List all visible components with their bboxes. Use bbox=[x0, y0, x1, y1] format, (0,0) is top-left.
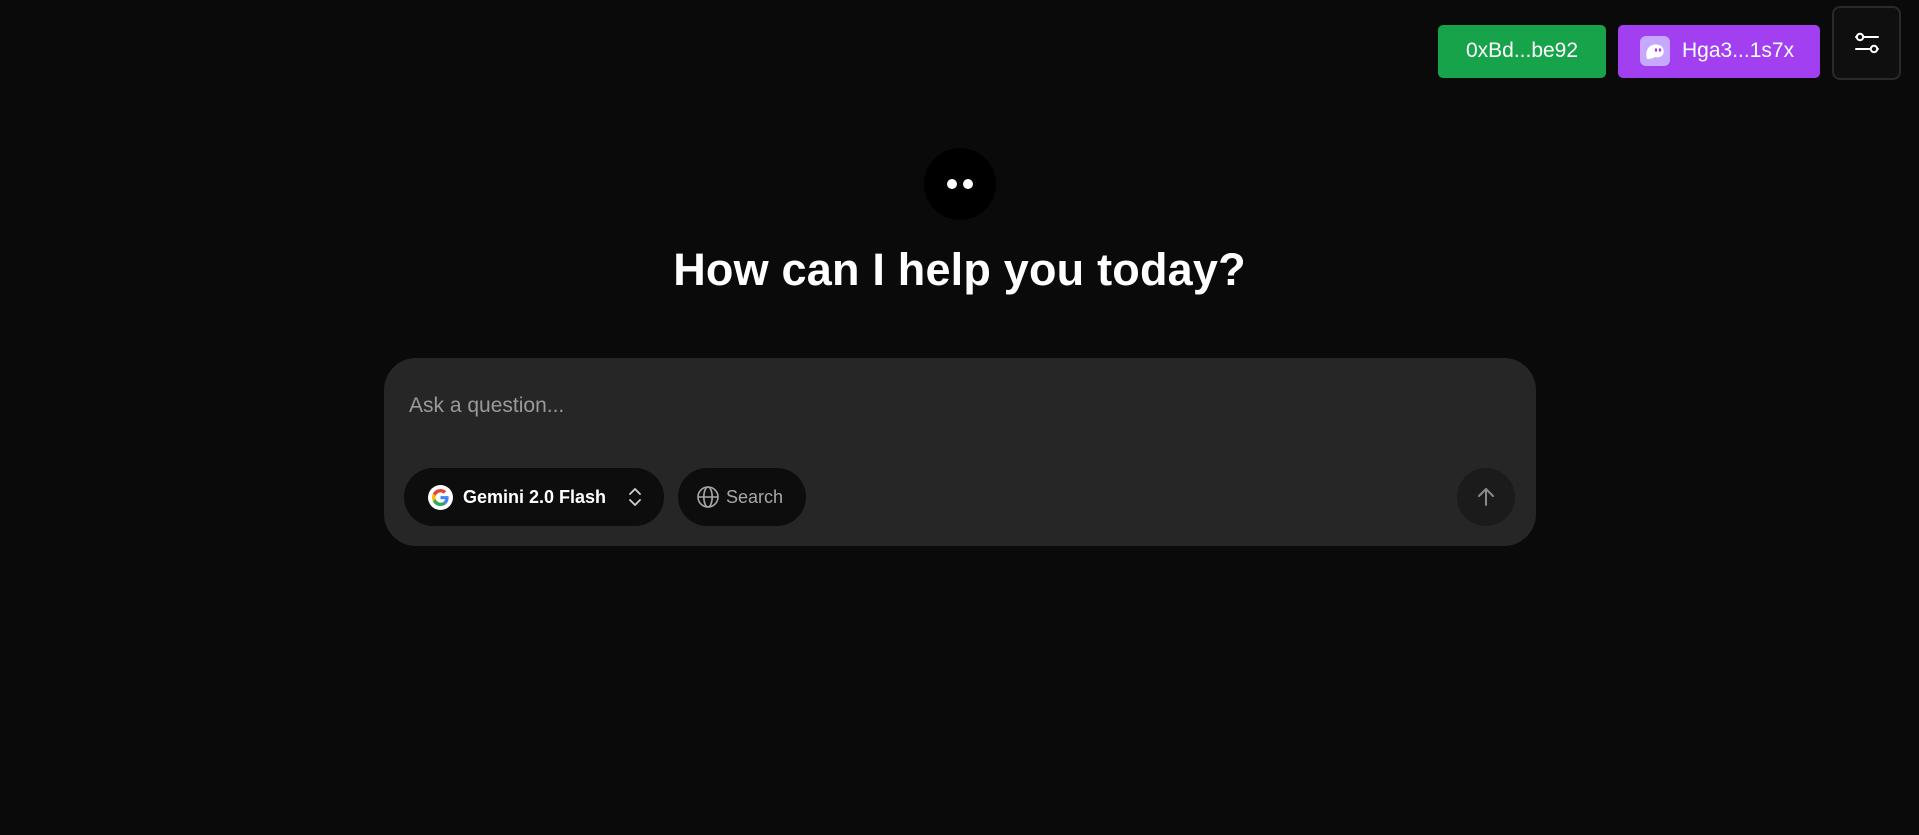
globe-icon bbox=[697, 486, 719, 508]
eth-wallet-button[interactable]: 0xBd...be92 bbox=[1438, 24, 1606, 78]
model-selected-label: Gemini 2.0 Flash bbox=[463, 486, 607, 507]
send-button[interactable] bbox=[1457, 468, 1515, 526]
chevron-up-down-icon bbox=[629, 488, 641, 506]
chat-composer: Gemini 2.0 Flash Search bbox=[384, 358, 1536, 546]
logo-dot-right bbox=[963, 179, 973, 189]
question-input[interactable] bbox=[409, 386, 1499, 426]
model-selector[interactable]: Gemini 2.0 Flash bbox=[404, 468, 664, 526]
sol-wallet-button[interactable]: Hga3...1s7x bbox=[1618, 24, 1820, 78]
arrow-up-icon bbox=[1478, 488, 1494, 506]
phantom-ghost-icon bbox=[1640, 36, 1670, 66]
sol-wallet-label: Hga3...1s7x bbox=[1682, 39, 1795, 62]
sliders-icon bbox=[1854, 32, 1879, 54]
search-label: Search bbox=[726, 486, 784, 507]
assistant-logo-icon bbox=[924, 148, 996, 220]
logo-dot-left bbox=[947, 179, 957, 189]
top-bar: 0xBd...be92 Hga3...1s7x bbox=[1438, 6, 1901, 88]
settings-button[interactable] bbox=[1832, 6, 1901, 80]
search-toggle-button[interactable]: Search bbox=[678, 468, 806, 526]
google-g-icon bbox=[428, 484, 453, 510]
eth-wallet-label: 0xBd...be92 bbox=[1465, 39, 1579, 62]
page-title: How can I help you today? bbox=[673, 244, 1246, 295]
